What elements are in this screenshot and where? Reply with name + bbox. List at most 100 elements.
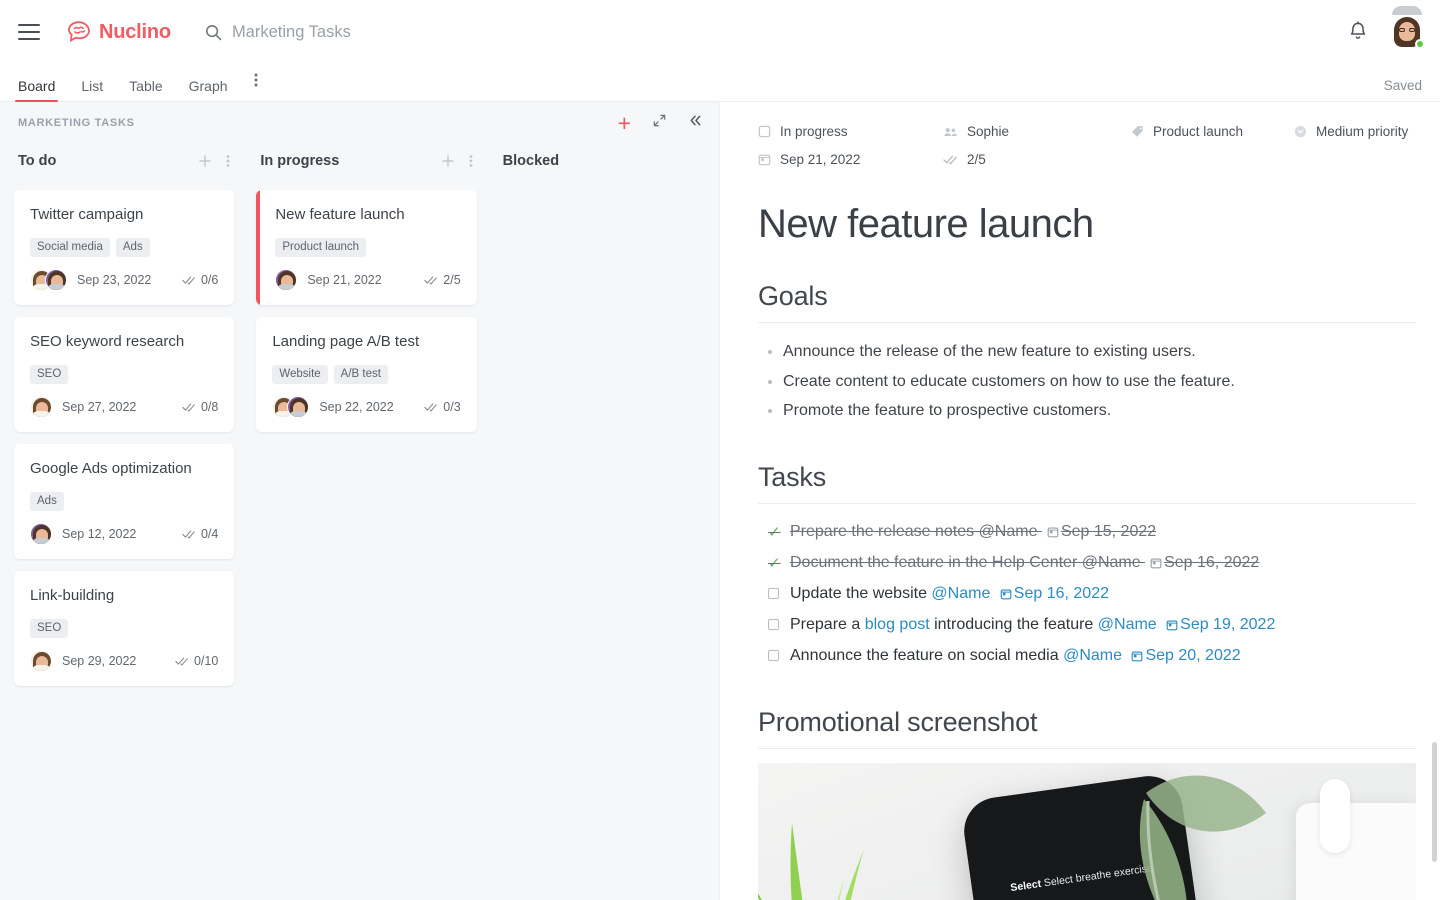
tab-list[interactable]: List (81, 79, 103, 101)
task-item[interactable]: ✓ Prepare the release notes @Name Sep 15… (758, 518, 1416, 549)
search-box[interactable] (205, 22, 1348, 42)
task-label: Update the website (790, 584, 932, 602)
tag-chip[interactable]: SEO (30, 365, 69, 384)
column-menu-icon[interactable] (469, 154, 473, 168)
tab-graph[interactable]: Graph (189, 79, 228, 101)
checkbox[interactable] (768, 618, 779, 630)
avatar (30, 523, 52, 545)
board-card[interactable]: Google Ads optimization Ads Sep 12, 2022… (14, 444, 235, 559)
task-item[interactable]: Update the website @Name Sep 16, 2022 (758, 580, 1416, 611)
card-progress-text: 0/6 (200, 273, 219, 287)
card-avatars (275, 269, 298, 291)
mention-link[interactable]: @Name (1063, 647, 1122, 664)
task-date[interactable]: Sep 19, 2022 (1180, 616, 1275, 633)
task-date[interactable]: Sep 16, 2022 (1164, 554, 1259, 571)
task-item[interactable]: ✓ Document the feature in the Help Cente… (758, 549, 1416, 580)
column-menu-icon[interactable] (226, 154, 230, 168)
section-heading-promo: Promotional screenshot (758, 707, 1416, 749)
meta-priority[interactable]: Medium priority (1294, 124, 1440, 139)
mention-link[interactable]: @Name (1082, 554, 1141, 571)
user-avatar[interactable] (1390, 6, 1425, 49)
goals-list: Announce the release of the new feature … (758, 337, 1416, 426)
calendar-icon (758, 153, 771, 166)
promotional-image[interactable]: Select Select breathe exercise (758, 762, 1416, 900)
column-add-icon[interactable] (441, 154, 455, 168)
list-item[interactable]: Announce the release of the new feature … (758, 337, 1416, 367)
tag-chip[interactable]: Ads (30, 492, 64, 511)
card-title: Google Ads optimization (30, 460, 192, 477)
tag-chip[interactable]: Website (272, 365, 328, 384)
more-vertical-icon[interactable] (254, 72, 258, 101)
vertical-scrollbar[interactable] (1432, 742, 1437, 862)
board-card-selected[interactable]: New feature launch Product launch Sep 21… (256, 190, 477, 305)
avatar (287, 396, 310, 418)
column-header: In progress (256, 144, 476, 178)
checkbox[interactable] (768, 649, 779, 661)
top-bar: Nuclino (0, 0, 1440, 64)
task-date[interactable]: Sep 15, 2022 (1061, 523, 1156, 540)
card-progress: 0/10 (175, 654, 218, 668)
tag-chip[interactable]: Social media (30, 238, 110, 257)
card-title: Twitter campaign (30, 206, 144, 223)
card-progress-text: 0/4 (200, 527, 219, 541)
column-add-icon[interactable] (198, 154, 212, 168)
check-icon[interactable]: ✓ (768, 525, 781, 540)
list-item[interactable]: Promote the feature to prospective custo… (758, 396, 1416, 426)
card-avatars (30, 269, 67, 291)
calendar-icon (1150, 551, 1162, 580)
task-date[interactable]: Sep 20, 2022 (1145, 647, 1240, 664)
meta-progress[interactable]: 2/5 (943, 152, 1131, 167)
meta-date[interactable]: Sep 21, 2022 (758, 152, 943, 167)
brand-name: Nuclino (99, 20, 171, 43)
tag-chip[interactable]: SEO (30, 619, 69, 638)
board-panel: MARKETING TASKS + To do Twitter campaign… (0, 102, 720, 900)
document-title[interactable]: New feature launch (758, 202, 1416, 247)
search-input[interactable] (231, 22, 652, 42)
document-meta-area: In progress Sophie Product launch Medium… (720, 102, 1440, 180)
mention-link[interactable]: @Name (979, 523, 1038, 540)
tag-chip[interactable]: Ads (115, 238, 150, 257)
task-item[interactable]: Prepare a blog post introducing the feat… (758, 611, 1416, 642)
task-label: Prepare the release notes (790, 522, 979, 540)
card-progress-text: 0/3 (443, 400, 461, 414)
task-text: Prepare the release notes @Name Sep 15, … (790, 518, 1156, 549)
tab-table[interactable]: Table (129, 79, 162, 101)
mention-link[interactable]: @Name (931, 585, 990, 602)
list-item[interactable]: Create content to educate customers on h… (758, 367, 1416, 397)
board-column-blocked: Blocked (499, 144, 719, 698)
add-item-button[interactable]: + (618, 111, 631, 135)
meta-assignee[interactable]: Sophie (943, 124, 1131, 139)
board-card[interactable]: SEO keyword research SEO Sep 27, 2022 0/… (14, 317, 235, 432)
meta-assignee-text: Sophie (967, 124, 1010, 139)
expand-icon[interactable] (652, 113, 667, 133)
tag-chip[interactable]: A/B test (333, 365, 388, 384)
circle-chevron-icon (1294, 125, 1307, 138)
collapse-left-icon[interactable] (688, 113, 703, 133)
card-avatars (272, 396, 310, 418)
meta-tag[interactable]: Product launch (1131, 124, 1294, 139)
card-progress-text: 2/5 (443, 273, 461, 287)
board-column-to-do: To do Twitter campaign Social media Ads … (14, 144, 235, 698)
card-title: New feature launch (275, 206, 405, 223)
meta-status[interactable]: In progress (758, 124, 943, 139)
board-card[interactable]: Twitter campaign Social media Ads Sep 23… (14, 190, 235, 305)
card-due-date: Sep 29, 2022 (62, 654, 137, 668)
task-date[interactable]: Sep 16, 2022 (1014, 585, 1109, 602)
card-tags: SEO (30, 619, 218, 638)
board-card[interactable]: Landing page A/B test Website A/B test S… (256, 317, 477, 432)
square-outline-icon (758, 125, 771, 138)
checkbox[interactable] (768, 587, 779, 599)
main-area: MARKETING TASKS + To do Twitter campaign… (0, 102, 1440, 900)
mention-link[interactable]: @Name (1098, 616, 1157, 633)
tab-board[interactable]: Board (14, 79, 59, 102)
hamburger-icon[interactable] (18, 24, 40, 40)
inline-link[interactable]: blog post (865, 616, 930, 633)
board-card[interactable]: Link-building SEO Sep 29, 2022 0/10 (14, 571, 235, 686)
card-tags: Website A/B test (272, 365, 460, 384)
app-logo[interactable]: Nuclino (66, 21, 171, 44)
tag-chip[interactable]: Product launch (275, 238, 367, 257)
task-item[interactable]: Announce the feature on social media @Na… (758, 642, 1416, 673)
check-icon[interactable]: ✓ (768, 556, 781, 571)
column-title: Blocked (502, 153, 560, 169)
notifications-bell-icon[interactable] (1348, 21, 1368, 43)
